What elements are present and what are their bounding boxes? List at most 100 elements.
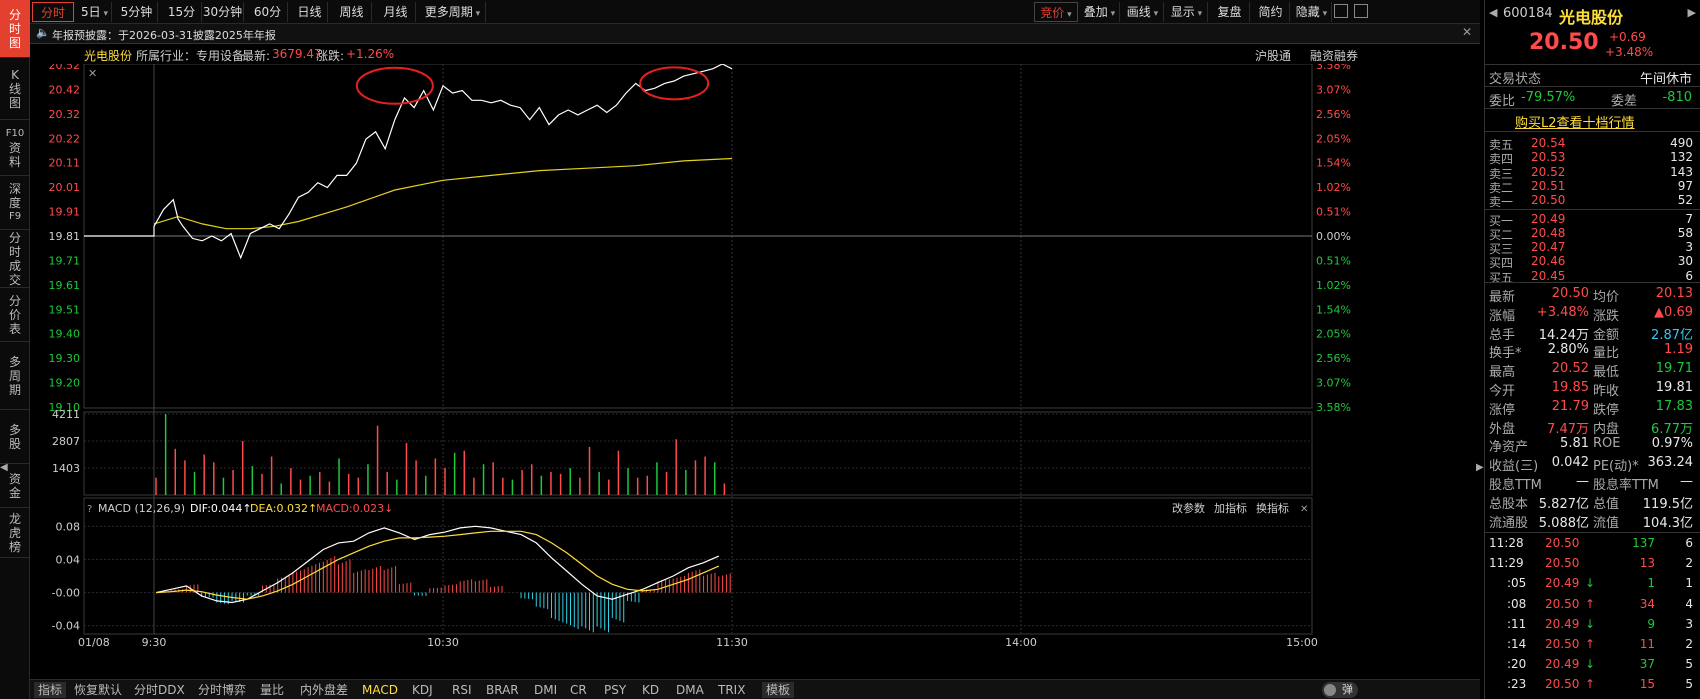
period-tab[interactable]: 15分钟	[162, 2, 202, 39]
stat-value: 104.3亿	[1642, 515, 1693, 531]
period-tab[interactable]: 周线	[332, 2, 372, 22]
tick-row: :08 20.50 ↑ 34 4	[1485, 597, 1700, 615]
industry-label[interactable]: 所属行业：专用设备	[136, 47, 244, 64]
stat-value: 20.13	[1655, 286, 1693, 301]
window-icon[interactable]	[1334, 4, 1348, 18]
link-hgt[interactable]: 沪股通	[1255, 47, 1291, 64]
change-params-button[interactable]: 改参数	[1172, 501, 1205, 515]
prev-stock-icon[interactable]: ◀	[1489, 6, 1497, 19]
fullscreen-icon[interactable]	[1354, 4, 1368, 18]
period-tab[interactable]: 30分钟	[202, 2, 244, 22]
sidebar-item[interactable]: 龙虎榜	[0, 508, 30, 558]
period-tab[interactable]: 月线	[376, 2, 416, 22]
indicator-tab[interactable]: BRAR	[486, 682, 519, 698]
pct-tick-label: 3.58%	[1316, 401, 1351, 414]
tool-button[interactable]: 显示 ▾	[1166, 2, 1208, 22]
sidebar-item-label: 多	[8, 422, 21, 437]
stat-row: 换手* 2.80% 量比 1.19	[1485, 342, 1700, 361]
pct-tick-label: 1.02%	[1316, 279, 1351, 292]
stock-title: 光电股份	[1559, 8, 1624, 27]
indicator-tab[interactable]: 模板	[762, 682, 795, 698]
add-indicator-button[interactable]: 加指标	[1214, 501, 1247, 515]
stock-code: 600184	[1503, 6, 1553, 21]
next-stock-icon[interactable]: ▶	[1688, 6, 1696, 19]
indicator-tab[interactable]: RSI	[452, 682, 472, 698]
swap-indicator-button[interactable]: 换指标	[1256, 501, 1289, 515]
notice-text[interactable]: 年报预披露：于2026-03-31披露2025年年报	[52, 27, 276, 43]
link-margin[interactable]: 融资融券	[1310, 47, 1358, 64]
indicator-tab[interactable]: CR	[570, 682, 587, 698]
sidebar-item[interactable]: 分时成交	[0, 230, 30, 288]
orderbook-row[interactable]: 买一 20.49 7	[1485, 211, 1700, 228]
period-tab[interactable]: 5日 ▾	[78, 2, 112, 22]
orderbook-row[interactable]: 买三 20.47 3	[1485, 240, 1700, 256]
indicator-tab[interactable]: 量比	[260, 682, 284, 698]
tool-button[interactable]: 复盘	[1210, 2, 1250, 22]
sidebar-item-label: 时	[8, 21, 21, 36]
orderbook-row[interactable]: 买四 20.46 30	[1485, 254, 1700, 270]
orderbook-volume: 7	[1685, 211, 1693, 226]
close-notice-icon[interactable]: ✕	[1462, 25, 1472, 39]
intraday-chart[interactable]: 20.52 3.58% 20.42 3.07% 20.32 2.56% 20.22 2.05%…	[30, 64, 1480, 659]
price-change-pct: +3.48%	[1605, 45, 1654, 59]
period-tab[interactable]: 日线	[292, 2, 328, 22]
tool-button[interactable]: 简约	[1252, 2, 1290, 22]
period-tab[interactable]: 分时	[32, 2, 74, 22]
price-line	[84, 64, 733, 260]
stat-label: 涨幅	[1489, 308, 1516, 324]
volume-panel-frame	[83, 411, 1313, 496]
stat-label: 收益(三)	[1489, 459, 1539, 475]
sidebar-item[interactable]: 多股	[0, 410, 30, 464]
close-indicator-icon[interactable]: ✕	[1300, 504, 1308, 515]
help-icon[interactable]: ?	[87, 504, 92, 515]
orderbook-row[interactable]: 卖二 20.51 97	[1485, 179, 1700, 195]
popup-toggle[interactable]: 弹	[1322, 682, 1358, 698]
tick-price: 20.50	[1545, 677, 1580, 692]
tool-button[interactable]: 画线 ▾	[1122, 2, 1164, 22]
sidebar-item[interactable]: K线图	[0, 58, 30, 120]
orderbook-row[interactable]: 卖五 20.54 490	[1485, 136, 1700, 152]
sidebar-item-label: 金	[8, 485, 21, 500]
period-tab[interactable]: 60分钟	[248, 2, 288, 39]
stat-label: 今开	[1489, 384, 1516, 399]
collapse-right-icon[interactable]: ▶	[1476, 462, 1484, 473]
sidebar-item[interactable]: 分时图	[0, 0, 30, 58]
stock-name: 光电股份	[84, 49, 133, 63]
stat-value: 0.042	[1551, 455, 1589, 471]
indicator-tab[interactable]: DMA	[676, 682, 704, 698]
indicator-tab[interactable]: KD	[642, 682, 659, 698]
indicator-tab[interactable]: PSY	[604, 682, 626, 698]
tool-button[interactable]: 叠加 ▾	[1080, 2, 1120, 22]
sidebar-item[interactable]: 多周期	[0, 342, 30, 410]
orderbook-row[interactable]: 卖三 20.52 143	[1485, 165, 1700, 181]
sidebar-item[interactable]: F10 资料	[0, 120, 30, 176]
sidebar-item-label: 周	[8, 368, 21, 383]
close-chart-icon[interactable]: ✕	[88, 67, 97, 80]
sidebar-item-label: 表	[8, 321, 21, 336]
indicator-tab[interactable]: 恢复默认	[74, 682, 122, 698]
tool-button[interactable]: 隐藏 ▾	[1292, 2, 1332, 22]
orderbook-volume: 58	[1677, 225, 1693, 240]
collapse-left-icon[interactable]: ◀	[0, 462, 8, 478]
period-tab[interactable]: 更多周期 ▾	[420, 2, 486, 22]
stat-row: 涨幅 +3.48% 涨跌 ▲0.69	[1485, 305, 1700, 324]
tick-volume: 1	[1647, 576, 1655, 591]
indicator-tab[interactable]: 内外盘差	[300, 682, 348, 698]
indicator-tab[interactable]: 分时博弈	[198, 682, 246, 698]
indicator-tab[interactable]: MACD	[362, 682, 398, 698]
indicator-tab[interactable]: DMI	[534, 682, 557, 698]
sidebar-item[interactable]: 深度 F9	[0, 176, 30, 230]
orderbook-row[interactable]: 买二 20.48 58	[1485, 225, 1700, 242]
wc-value: -810	[1662, 90, 1692, 105]
sidebar-item[interactable]: 分价表	[0, 288, 30, 342]
period-tab[interactable]: 5分钟	[116, 2, 158, 22]
l2-link[interactable]: 购买L2查看十档行情	[1515, 112, 1635, 131]
indicator-tab[interactable]: 分时DDX	[134, 682, 185, 698]
orderbook-row[interactable]: 卖一 20.50 52	[1485, 193, 1700, 209]
tool-button[interactable]: 竞价 ▾	[1034, 2, 1078, 22]
orderbook-row[interactable]: 卖四 20.53 132	[1485, 150, 1700, 166]
time-axis-label: 10:30	[427, 636, 459, 649]
indicator-tab[interactable]: TRIX	[718, 682, 745, 698]
indicator-tab[interactable]: KDJ	[412, 682, 433, 698]
indicator-tab[interactable]: 指标	[34, 682, 67, 698]
